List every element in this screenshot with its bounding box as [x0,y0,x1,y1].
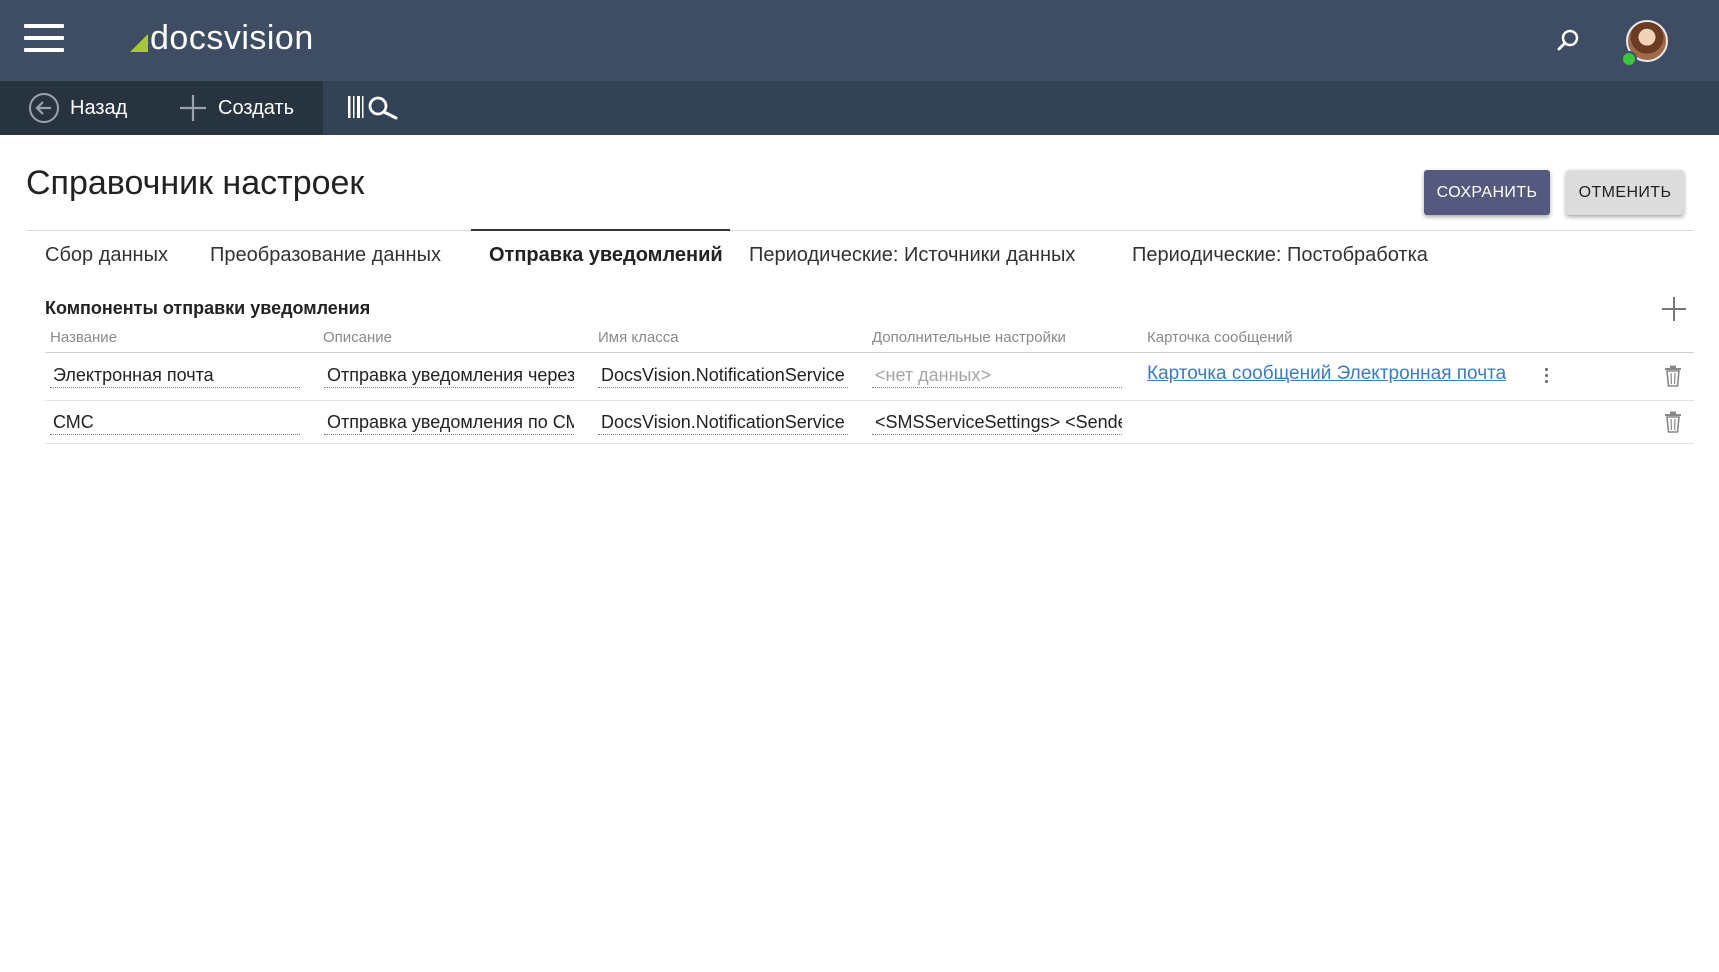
kebab-menu-icon[interactable] [1542,367,1550,385]
create-button[interactable]: Создать [178,81,294,135]
row-divider [45,400,1694,401]
barcode-search-icon[interactable] [346,93,402,123]
back-arrow-icon [28,92,60,124]
trash-icon[interactable] [1664,365,1682,387]
save-button[interactable]: СОХРАНИТЬ [1424,170,1550,215]
column-header-extra-settings: Дополнительные настройки [872,329,1066,346]
add-row-icon[interactable] [1661,296,1687,322]
row-description-field[interactable]: Отправка уведомления по СМС [324,409,574,435]
column-header-message-card: Карточка сообщений [1147,329,1293,346]
table-header-divider [45,352,1694,353]
toolbar: Назад Создать [0,81,1719,135]
row-extra-settings-field[interactable]: <нет данных> [872,362,1122,388]
create-button-label: Создать [218,96,295,119]
tab-periodic-sources[interactable]: Периодические: Источники данных [749,244,1075,276]
section-title: Компоненты отправки уведомления [45,298,371,318]
header-divider [26,230,1694,231]
page-title: Справочник настроек [26,164,365,202]
row-class-name-field[interactable]: DocsVision.NotificationService [598,409,848,435]
app-header: docsvision [0,0,1719,81]
hamburger-menu-icon[interactable] [24,24,64,52]
trash-icon[interactable] [1664,411,1682,433]
column-header-name: Название [50,329,118,346]
tab-data-collection[interactable]: Сбор данных [45,244,168,276]
app-logo[interactable]: docsvision [130,16,314,60]
logo-text: docsvision [150,19,314,57]
column-header-class-name: Имя класса [598,329,679,346]
row-class-name-field[interactable]: DocsVision.NotificationService [598,362,848,388]
row-divider [45,443,1694,444]
row-name-field[interactable]: Электронная почта [50,362,300,388]
column-header-description: Описание [323,329,393,346]
plus-icon [178,93,208,123]
row-description-field[interactable]: Отправка уведомления через [324,362,574,388]
search-icon[interactable] [1553,26,1583,56]
tab-notifications[interactable]: Отправка уведомлений [489,244,723,276]
row-name-field[interactable]: СМС [50,409,300,435]
logo-mark-icon [130,34,148,52]
row-extra-settings-field[interactable]: <SMSServiceSettings> <Sender [872,409,1122,435]
back-button[interactable]: Назад [28,81,127,135]
message-card-link[interactable]: Карточка сообщений Электронная почта [1147,363,1506,385]
online-status-indicator [1621,51,1637,67]
active-tab-indicator [471,229,730,231]
cancel-button[interactable]: ОТМЕНИТЬ [1566,170,1684,215]
toolbar-actions-group: Назад Создать [0,81,323,135]
back-button-label: Назад [70,96,128,119]
tab-data-transformation[interactable]: Преобразование данных [210,244,441,276]
tab-periodic-postprocessing[interactable]: Периодические: Постобработка [1132,244,1428,276]
